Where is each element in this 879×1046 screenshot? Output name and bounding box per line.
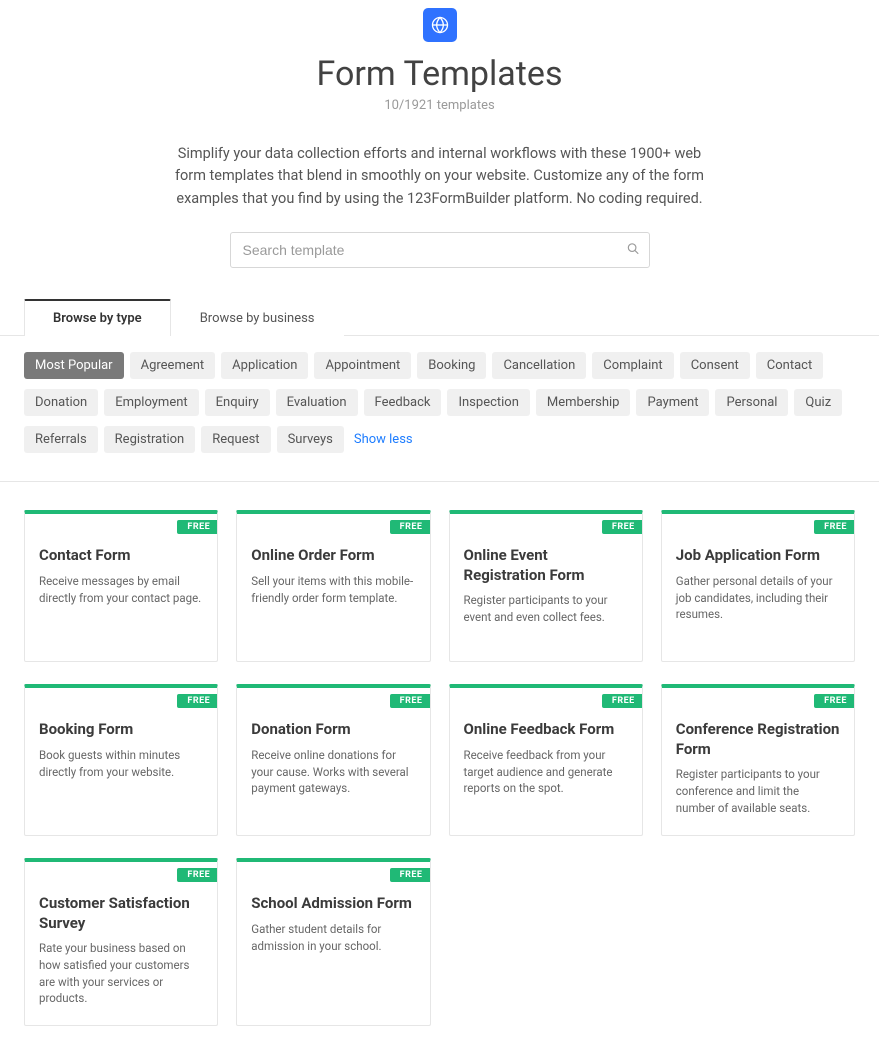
chip-donation[interactable]: Donation: [24, 389, 98, 416]
free-badge: FREE: [177, 694, 217, 708]
card-description: Register participants to your event and …: [464, 592, 628, 625]
card-title: Online Feedback Form: [464, 720, 628, 740]
chip-referrals[interactable]: Referrals: [24, 426, 98, 453]
chip-evaluation[interactable]: Evaluation: [276, 389, 358, 416]
chip-inspection[interactable]: Inspection: [447, 389, 529, 416]
card-title: Contact Form: [39, 546, 203, 566]
chip-personal[interactable]: Personal: [715, 389, 788, 416]
search-input[interactable]: [230, 232, 650, 268]
card-description: Sell your items with this mobile-friendl…: [251, 573, 415, 606]
card-title: Online Order Form: [251, 546, 415, 566]
chip-application[interactable]: Application: [221, 352, 308, 379]
free-badge: FREE: [177, 868, 217, 882]
card-title: Customer Satisfaction Survey: [39, 894, 203, 933]
card-title: School Admission Form: [251, 894, 415, 914]
template-count: 10/1921 templates: [20, 98, 859, 113]
chip-contact[interactable]: Contact: [756, 352, 823, 379]
chip-agreement[interactable]: Agreement: [130, 352, 216, 379]
chip-quiz[interactable]: Quiz: [794, 389, 842, 416]
card-description: Gather student details for admission in …: [251, 921, 415, 954]
page-title: Form Templates: [20, 54, 859, 94]
chip-request[interactable]: Request: [201, 426, 270, 453]
free-badge: FREE: [602, 520, 642, 534]
template-card[interactable]: FREE Online Order Form Sell your items wit…: [236, 510, 430, 662]
card-title: Conference Registration Form: [676, 720, 840, 759]
card-description: Receive feedback from your target audien…: [464, 747, 628, 797]
show-less-toggle[interactable]: Show less: [350, 426, 417, 453]
chip-consent[interactable]: Consent: [680, 352, 750, 379]
cards-grid: FREE Contact Form Receive messages by emai…: [0, 482, 879, 1046]
card-description: Rate your business based on how satisfie…: [39, 940, 203, 1007]
chip-complaint[interactable]: Complaint: [592, 352, 673, 379]
template-card[interactable]: FREE Customer Satisfaction Survey Rate you…: [24, 858, 218, 1026]
card-description: Receive online donations for your cause.…: [251, 747, 415, 797]
template-card[interactable]: FREE Contact Form Receive messages by emai…: [24, 510, 218, 662]
card-title: Donation Form: [251, 720, 415, 740]
template-card[interactable]: FREE Conference Registration Form Register…: [661, 684, 855, 836]
tab-browse-by-type[interactable]: Browse by type: [24, 299, 171, 336]
tab-browse-by-business[interactable]: Browse by business: [171, 300, 344, 336]
globe-icon: [423, 8, 457, 42]
free-badge: FREE: [390, 868, 430, 882]
filter-chips: Most PopularAgreementApplicationAppointm…: [0, 336, 879, 482]
template-card[interactable]: FREE Booking Form Book guests within minut…: [24, 684, 218, 836]
template-card[interactable]: FREE School Admission Form Gather student …: [236, 858, 430, 1026]
chip-registration[interactable]: Registration: [104, 426, 196, 453]
template-card[interactable]: FREE Donation Form Receive online donation…: [236, 684, 430, 836]
chip-feedback[interactable]: Feedback: [364, 389, 442, 416]
chip-booking[interactable]: Booking: [417, 352, 486, 379]
chip-appointment[interactable]: Appointment: [314, 352, 411, 379]
chip-most-popular[interactable]: Most Popular: [24, 352, 124, 379]
chip-enquiry[interactable]: Enquiry: [205, 389, 270, 416]
card-title: Booking Form: [39, 720, 203, 740]
card-title: Online Event Registration Form: [464, 546, 628, 585]
free-badge: FREE: [814, 520, 854, 534]
free-badge: FREE: [390, 694, 430, 708]
template-card[interactable]: FREE Online Event Registration Form Regist…: [449, 510, 643, 662]
card-description: Receive messages by email directly from …: [39, 573, 203, 606]
chip-cancellation[interactable]: Cancellation: [492, 352, 586, 379]
template-card[interactable]: FREE Online Feedback Form Receive feedback…: [449, 684, 643, 836]
tabs-row: Browse by typeBrowse by business: [0, 298, 879, 336]
chip-payment[interactable]: Payment: [636, 389, 709, 416]
chip-membership[interactable]: Membership: [536, 389, 631, 416]
free-badge: FREE: [602, 694, 642, 708]
chip-employment[interactable]: Employment: [104, 389, 198, 416]
chip-surveys[interactable]: Surveys: [277, 426, 344, 453]
free-badge: FREE: [390, 520, 430, 534]
free-badge: FREE: [177, 520, 217, 534]
card-description: Gather personal details of your job cand…: [676, 573, 840, 623]
free-badge: FREE: [814, 694, 854, 708]
card-title: Job Application Form: [676, 546, 840, 566]
template-card[interactable]: FREE Job Application Form Gather personal …: [661, 510, 855, 662]
page-description: Simplify your data collection efforts an…: [165, 143, 715, 210]
card-description: Book guests within minutes directly from…: [39, 747, 203, 780]
card-description: Register participants to your conference…: [676, 766, 840, 816]
